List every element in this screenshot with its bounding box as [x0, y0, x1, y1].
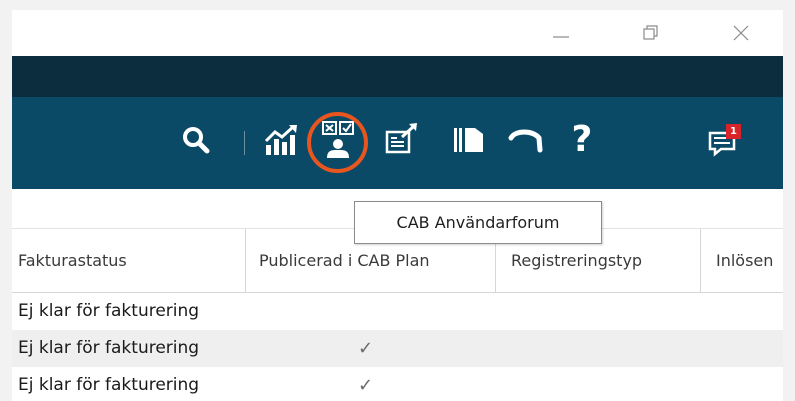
column-header-inlosen[interactable]: Inlösen [700, 229, 783, 293]
navigation-strip [12, 56, 783, 97]
highlight-circle [307, 112, 368, 173]
status-cell: Ej klar för fakturering [18, 375, 200, 395]
call-icon [508, 129, 543, 153]
status-cell: Ej klar för fakturering [18, 338, 200, 358]
statistics-button[interactable] [259, 116, 303, 164]
title-bar [12, 10, 783, 56]
search-icon [183, 127, 210, 154]
call-button[interactable] [504, 116, 548, 164]
application-window: ? 1 CAB Användarforum Fakturastatus Publ… [12, 10, 783, 401]
toolbar-separator [244, 131, 245, 155]
table-row[interactable]: Ej klar för fakturering [12, 293, 783, 330]
help-button[interactable]: ? [560, 116, 604, 164]
minimize-button[interactable] [538, 10, 584, 56]
close-button[interactable] [718, 10, 764, 56]
close-icon [733, 25, 749, 41]
notification-badge: 1 [726, 124, 741, 139]
messages-button[interactable]: 1 [702, 116, 746, 164]
table-row[interactable]: Ej klar för fakturering ✓ [12, 330, 783, 367]
minimize-icon [553, 36, 569, 38]
form-export-button[interactable] [380, 116, 424, 164]
help-icon: ? [571, 119, 593, 160]
main-toolbar: ? 1 [12, 97, 783, 189]
form-export-icon [385, 123, 417, 154]
published-checkmark: ✓ [358, 375, 374, 396]
published-checkmark: ✓ [358, 338, 374, 359]
book-icon [454, 128, 483, 152]
table-row[interactable]: Ej klar för fakturering ✓ [12, 367, 783, 401]
column-header-fakturastatus[interactable]: Fakturastatus [12, 229, 244, 293]
restore-icon [643, 25, 658, 40]
statistics-chart-icon [264, 125, 297, 155]
search-button[interactable] [174, 116, 218, 164]
restore-button[interactable] [628, 10, 674, 56]
book-button[interactable] [447, 116, 491, 164]
status-cell: Ej klar för fakturering [18, 301, 200, 321]
tooltip: CAB Användarforum [354, 201, 602, 244]
